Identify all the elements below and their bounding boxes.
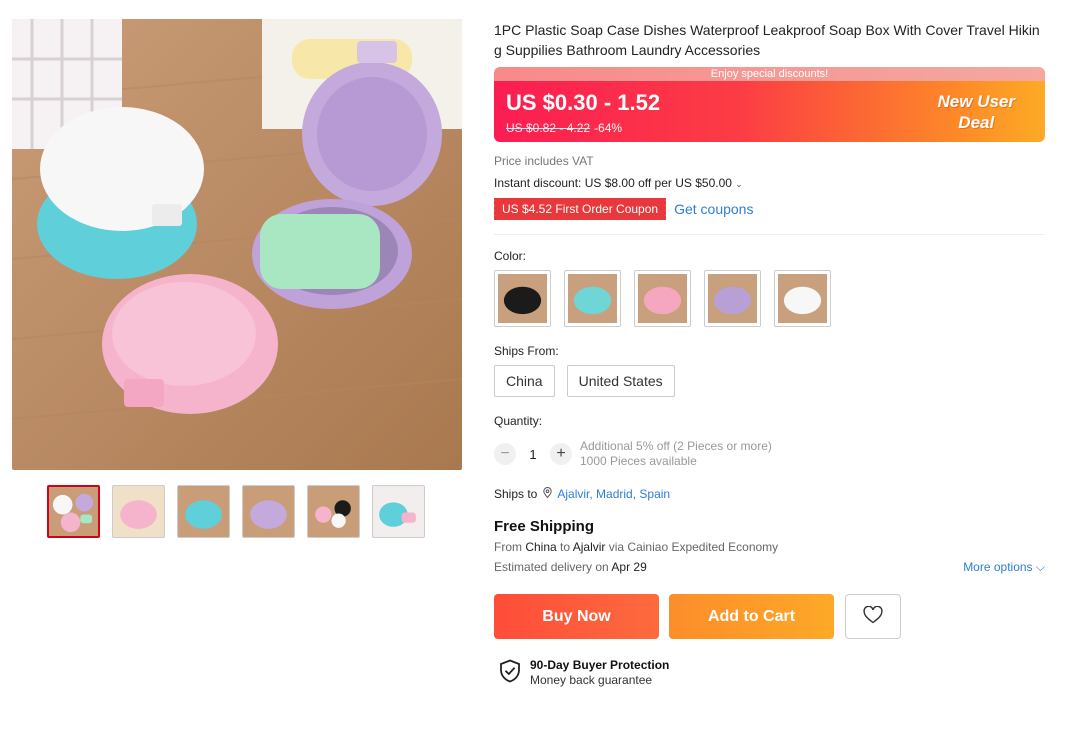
thumbnail-3[interactable] bbox=[177, 485, 230, 538]
shipping-carrier: via Cainiao Expedited Economy bbox=[608, 540, 779, 554]
quantity-plus-button[interactable]: + bbox=[550, 443, 572, 465]
thumbnail-6[interactable] bbox=[372, 485, 425, 538]
thumbnail-4[interactable] bbox=[242, 485, 295, 538]
location-pin-icon bbox=[543, 487, 553, 501]
add-to-cart-button[interactable]: Add to Cart bbox=[669, 594, 834, 639]
product-title: 1PC Plastic Soap Case Dishes Waterproof … bbox=[494, 22, 1040, 58]
ships-to-row: Ships to Ajalvir, Madrid, Spain bbox=[494, 487, 1045, 501]
eta-label: Estimated delivery on bbox=[494, 560, 609, 574]
price-banner: Enjoy special discounts! US $0.30 - 1.52… bbox=[494, 67, 1045, 142]
quantity-label: Quantity: bbox=[494, 414, 543, 428]
ships-from-china[interactable]: China bbox=[494, 365, 555, 397]
original-price-row: US $0.82 - 4.22 -64% bbox=[506, 121, 622, 135]
shipping-route: From China to Ajalvir via Cainiao Expedi… bbox=[494, 540, 1045, 554]
main-product-image[interactable] bbox=[12, 19, 462, 470]
get-coupons-link[interactable]: Get coupons bbox=[674, 201, 753, 217]
buy-now-button[interactable]: Buy Now bbox=[494, 594, 659, 639]
instant-discount-text: Instant discount: US $8.00 off per US $5… bbox=[494, 176, 732, 190]
buyer-protection: 90-Day Buyer Protection Money back guara… bbox=[499, 658, 1045, 688]
free-shipping-label: Free Shipping bbox=[494, 518, 595, 535]
wishlist-button[interactable] bbox=[845, 594, 901, 639]
color-swatch-white[interactable] bbox=[774, 270, 831, 327]
discount-banner-text: Enjoy special discounts! bbox=[494, 67, 1045, 81]
current-price: US $0.30 - 1.52 bbox=[506, 90, 661, 115]
color-label: Color: bbox=[494, 249, 527, 263]
quantity-stepper: − 1 + Additional 5% off (2 Pieces or mor… bbox=[494, 439, 1045, 469]
coupon-row: US $4.52 First Order Coupon Get coupons bbox=[491, 198, 1045, 220]
ship-origin: China bbox=[525, 540, 557, 554]
price-body: US $0.30 - 1.52 US $0.82 - 4.22 -64% New … bbox=[494, 81, 1045, 142]
purchase-actions: Buy Now Add to Cart bbox=[494, 594, 1045, 639]
ship-destination: Ajalvir bbox=[572, 540, 606, 554]
thumbnail-strip bbox=[47, 485, 425, 538]
more-shipping-options-link[interactable]: More options ⌵ bbox=[963, 560, 1045, 575]
color-swatches bbox=[494, 270, 1045, 327]
color-swatch-blue[interactable] bbox=[564, 270, 621, 327]
original-price: US $0.82 - 4.22 bbox=[506, 121, 591, 135]
thumbnail-2[interactable] bbox=[112, 485, 165, 538]
from-label: From bbox=[494, 540, 522, 554]
buyer-protection-text: 90-Day Buyer Protection Money back guara… bbox=[530, 658, 669, 688]
stock-available: 1000 Pieces available bbox=[580, 454, 697, 468]
color-swatch-pink[interactable] bbox=[634, 270, 691, 327]
color-swatch-purple[interactable] bbox=[704, 270, 761, 327]
chevron-down-icon: ⌄ bbox=[735, 179, 743, 189]
ships-from-label: Ships From: bbox=[494, 344, 559, 358]
ships-to-label: Ships to bbox=[494, 487, 538, 501]
thumbnail-1[interactable] bbox=[47, 485, 100, 538]
discount-percent: -64% bbox=[594, 121, 623, 135]
heart-icon bbox=[863, 605, 883, 627]
ships-from-united-states[interactable]: United States bbox=[566, 365, 675, 397]
new-user-deal-badge: New User Deal bbox=[938, 91, 1015, 133]
buyer-protection-title: 90-Day Buyer Protection bbox=[530, 658, 670, 672]
vat-note: Price includes VAT bbox=[494, 154, 594, 168]
shield-check-icon bbox=[499, 659, 521, 688]
deal-line-1: New User bbox=[937, 92, 1015, 111]
quantity-info: Additional 5% off (2 Pieces or more) 100… bbox=[580, 439, 772, 469]
color-swatch-black[interactable] bbox=[494, 270, 551, 327]
quantity-minus-button[interactable]: − bbox=[494, 443, 516, 465]
thumbnail-5[interactable] bbox=[307, 485, 360, 538]
buyer-protection-subtitle: Money back guarantee bbox=[530, 673, 653, 687]
ships-to-location-link[interactable]: Ajalvir, Madrid, Spain bbox=[557, 487, 670, 501]
first-order-coupon[interactable]: US $4.52 First Order Coupon bbox=[491, 198, 667, 220]
to-label: to bbox=[560, 540, 571, 554]
product-info-panel: 1PC Plastic Soap Case Dishes Waterproof … bbox=[491, 20, 1045, 688]
deal-line-2: Deal bbox=[958, 113, 995, 132]
quantity-value[interactable]: 1 bbox=[516, 447, 550, 462]
estimated-delivery-row: Estimated delivery on Apr 29 More option… bbox=[494, 560, 1045, 574]
bulk-discount-note: Additional 5% off (2 Pieces or more) bbox=[580, 439, 772, 453]
instant-discount[interactable]: Instant discount: US $8.00 off per US $5… bbox=[494, 176, 1045, 190]
eta-date: Apr 29 bbox=[611, 560, 647, 574]
ships-from-options: China United States bbox=[494, 365, 1045, 397]
divider bbox=[494, 234, 1045, 235]
